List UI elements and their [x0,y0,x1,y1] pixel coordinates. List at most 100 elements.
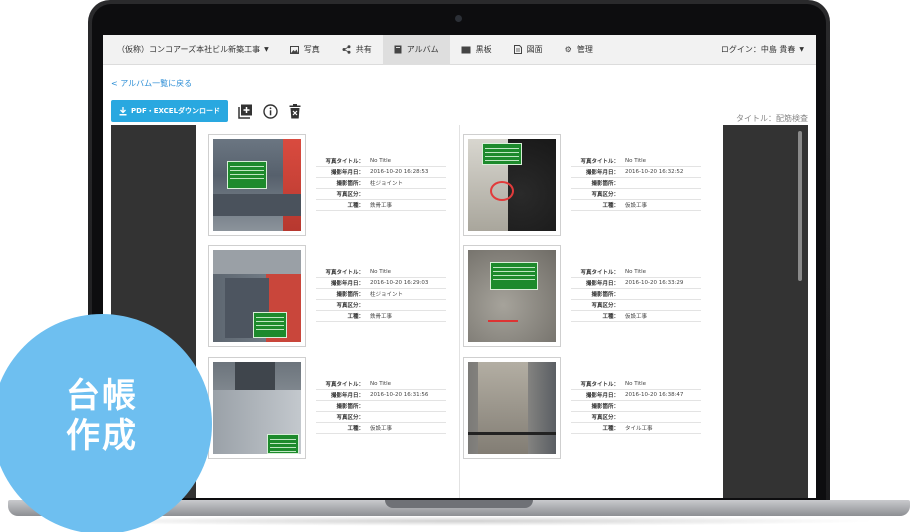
info-row-work: 工種： タイル工事 [571,423,701,434]
info-row-title: 写真タイトル： No Title [571,379,701,390]
info-row-date: 撮影年月日： 2016-10-20 16:28:53 [316,167,446,178]
trash-icon [289,103,301,118]
photo-entry[interactable]: 写真タイトル： No Title 撮影年月日： 2016-10-20 16:31:5… [208,357,458,459]
label: 写真区分： [336,303,364,309]
label: 撮影年月日： [585,393,619,399]
photo-info-table: 写真タイトル： No Title 撮影年月日： 2016-10-20 16:29:0… [316,267,446,322]
info-row-category: 写真区分： [316,412,446,423]
label: 撮影年月日： [330,393,364,399]
value: 柱ジョイント [370,292,404,298]
photo-entry[interactable]: 写真タイトル： No Title 撮影年月日： 2016-10-20 16:33:2… [463,245,713,347]
value: 仮設工事 [625,203,648,209]
label: 工種： [602,426,619,432]
info-row-place: 撮影箇所： [316,401,446,412]
download-button[interactable]: PDF・EXCELダウンロード [111,100,229,122]
nav-item-settings[interactable]: ⚙ 管理 [554,35,604,65]
label: 工種： [347,426,364,432]
info-row-work: 工種： 鉄骨工事 [316,311,446,322]
label: 撮影箇所： [591,292,619,298]
label: 撮影箇所： [336,292,364,298]
info-row-place: 撮影箇所： [571,289,701,300]
label: 工種： [347,314,364,320]
photo-entry[interactable]: 写真タイトル： No Title 撮影年月日： 2016-10-20 16:28:5… [208,134,458,236]
nav-item-blackboard[interactable]: 黒板 [450,35,503,65]
info-row-work: 工種： 仮設工事 [571,200,701,211]
gear-icon: ⚙ [564,45,572,54]
info-row-title: 写真タイトル： No Title [571,156,701,167]
label: 工種： [602,203,619,209]
label: 写真タイトル： [325,382,364,388]
label: 撮影年月日： [585,281,619,287]
info-row-title: 写真タイトル： No Title [316,156,446,167]
value: タイル工事 [625,426,653,432]
info-row-date: 撮影年月日： 2016-10-20 16:32:52 [571,167,701,178]
photo-thumbnail[interactable] [463,245,561,347]
label: 撮影年月日： [330,170,364,176]
photo-thumbnail[interactable] [208,245,306,347]
nav-item-label: 図面 [526,45,543,54]
info-row-date: 撮影年月日： 2016-10-20 16:33:29 [571,278,701,289]
nav-item-share[interactable]: 共有 [331,35,383,65]
user-menu[interactable]: ログイン：中島 貴春 ▼ [721,44,816,55]
photo-thumbnail[interactable] [208,134,306,236]
photo-entry[interactable]: 写真タイトル： No Title 撮影年月日： 2016-10-20 16:38:4… [463,357,713,459]
label: 写真区分： [591,415,619,421]
value: No Title [625,381,647,387]
nav-item-photos[interactable]: 写真 [279,35,331,65]
photo-entry[interactable]: 写真タイトル： No Title 撮影年月日： 2016-10-20 16:32:5… [463,134,713,236]
label: 写真区分： [591,303,619,309]
delete-button[interactable] [287,103,303,119]
info-row-title: 写真タイトル： No Title [571,267,701,278]
photo-thumbnail[interactable] [208,357,306,459]
nav-item-label: 管理 [576,45,593,54]
info-row-work: 工種： 仮設工事 [316,423,446,434]
value: No Title [625,158,647,164]
download-button-label: PDF・EXCELダウンロード [131,107,221,115]
column-divider [459,125,460,498]
photo-thumbnail[interactable] [463,134,561,236]
info-row-work: 工種： 仮設工事 [571,311,701,322]
value: 仮設工事 [370,426,393,432]
nav-item-label: 写真 [303,45,320,54]
camera-dot [455,15,462,22]
label: 撮影箇所： [336,181,364,187]
album-title: タイトル：配筋検査 [736,113,808,123]
value: 2016-10-20 16:29:03 [370,280,429,286]
label: 写真タイトル： [580,159,619,165]
info-row-place: 撮影箇所： [571,401,701,412]
photo-info-table: 写真タイトル： No Title 撮影年月日： 2016-10-20 16:32:5… [571,156,701,211]
top-navigation: （仮称）コンコアーズ本社ビル新築工事 ▼ 写真 共有 アルバム 黒板 図面 ⚙ … [103,35,816,65]
project-selector[interactable]: （仮称）コンコアーズ本社ビル新築工事 ▼ [103,44,279,55]
info-button[interactable] [262,103,278,119]
nav-item-label: アルバム [406,45,439,54]
value: 2016-10-20 16:32:52 [625,169,684,175]
info-row-place: 撮影箇所： 柱ジョイント [316,178,446,189]
back-to-album-list-link[interactable]: < アルバム一覧に戻る [111,78,192,89]
photo-info-table: 写真タイトル： No Title 撮影年月日： 2016-10-20 16:31:5… [316,379,446,434]
photo-thumbnail[interactable] [463,357,561,459]
add-page-button[interactable] [237,103,253,119]
nav-item-drawings[interactable]: 図面 [503,35,554,65]
nav-item-album[interactable]: アルバム [382,35,450,65]
label: 撮影年月日： [330,281,364,287]
info-row-work: 工種： 鉄骨工事 [316,200,446,211]
label: 写真タイトル： [580,382,619,388]
nav-item-label: 共有 [355,45,372,54]
value: 2016-10-20 16:33:29 [625,280,684,286]
blackboard-icon [461,46,471,53]
label: 写真タイトル： [325,270,364,276]
value: 鉄骨工事 [370,314,393,320]
value: No Title [370,381,392,387]
info-row-category: 写真区分： [571,189,701,200]
label: 写真区分： [336,192,364,198]
download-icon [119,106,127,115]
photo-entry[interactable]: 写真タイトル： No Title 撮影年月日： 2016-10-20 16:29:0… [208,245,458,347]
badge-line-1: 台帳 [66,376,138,416]
viewer-scrollbar[interactable] [798,131,802,281]
label: 工種： [602,314,619,320]
info-icon [262,103,278,119]
info-row-title: 写真タイトル： No Title [316,379,446,390]
chevron-down-icon: ▼ [264,46,269,53]
label: 写真タイトル： [580,270,619,276]
info-row-category: 写真区分： [316,300,446,311]
